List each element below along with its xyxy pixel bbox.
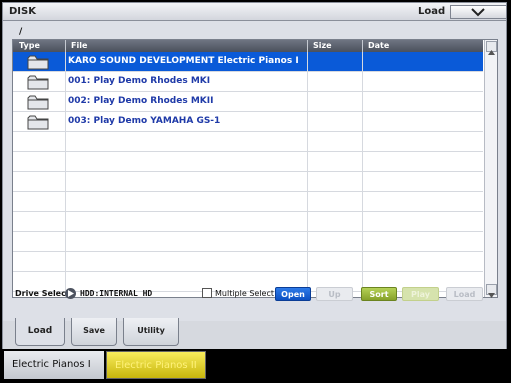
scroll-up-button[interactable] bbox=[486, 41, 497, 55]
empty-row bbox=[13, 212, 483, 232]
empty-row bbox=[13, 152, 483, 172]
multiple-select-checkbox[interactable] bbox=[202, 288, 212, 298]
drive-select-button[interactable] bbox=[65, 288, 76, 299]
empty-row bbox=[13, 172, 483, 192]
file-list: Type File Size Date KARO SOUND DEVELOPME… bbox=[12, 39, 498, 298]
main-panel: / Type File Size Date KARO SOUND DEVELOP… bbox=[2, 21, 507, 321]
col-file[interactable]: File bbox=[71, 41, 87, 50]
empty-row bbox=[13, 192, 483, 212]
mode-label: Load bbox=[418, 6, 446, 17]
multiple-select-label: Multiple Select bbox=[215, 289, 274, 298]
empty-row bbox=[13, 132, 483, 152]
load-button[interactable]: Load bbox=[446, 287, 483, 301]
col-type[interactable]: Type bbox=[19, 41, 40, 50]
sort-button[interactable]: Sort bbox=[361, 287, 397, 301]
bottom-strip: Electric Pianos I Electric Pianos II bbox=[2, 349, 507, 381]
table-row[interactable]: 003: Play Demo YAMAHA GS-1 bbox=[13, 112, 483, 132]
triangle-up-icon bbox=[488, 50, 495, 55]
col-size[interactable]: Size bbox=[313, 41, 332, 50]
col-date[interactable]: Date bbox=[368, 41, 389, 50]
file-name: 002: Play Demo Rhodes MKII bbox=[68, 96, 214, 106]
current-path: / bbox=[19, 27, 23, 37]
empty-row bbox=[13, 232, 483, 252]
tab-bar: Load Save Utility bbox=[2, 318, 507, 349]
mode-dropdown[interactable] bbox=[450, 5, 507, 19]
list-header: Type File Size Date bbox=[13, 40, 483, 52]
file-name: KARO SOUND DEVELOPMENT Electric Pianos I bbox=[68, 56, 299, 66]
scroll-down-button[interactable] bbox=[486, 284, 497, 298]
chevron-down-icon bbox=[471, 8, 485, 17]
tab-utility[interactable]: Utility bbox=[123, 318, 179, 346]
title-bar: DISK Load bbox=[2, 2, 507, 21]
table-row[interactable]: 002: Play Demo Rhodes MKII bbox=[13, 92, 483, 112]
drive-value: HDD:INTERNAL HD bbox=[80, 289, 153, 298]
scrollbar[interactable] bbox=[484, 40, 497, 298]
bottom-tab-electric-pianos-2[interactable]: Electric Pianos II bbox=[106, 351, 206, 379]
play-button[interactable]: Play bbox=[402, 287, 439, 301]
triangle-down-icon bbox=[488, 293, 495, 298]
disk-window: DISK Load / Type File Size Date KARO SOU… bbox=[0, 0, 511, 383]
up-button[interactable]: Up bbox=[316, 287, 353, 301]
open-button[interactable]: Open bbox=[275, 287, 311, 301]
table-row[interactable]: KARO SOUND DEVELOPMENT Electric Pianos I bbox=[13, 52, 483, 72]
table-row[interactable]: 001: Play Demo Rhodes MKI bbox=[13, 72, 483, 92]
tab-load[interactable]: Load bbox=[15, 318, 65, 346]
file-name: 003: Play Demo YAMAHA GS-1 bbox=[68, 116, 221, 126]
arrow-right-icon bbox=[68, 290, 74, 297]
tab-save[interactable]: Save bbox=[71, 318, 117, 346]
file-name: 001: Play Demo Rhodes MKI bbox=[68, 76, 211, 86]
window-title: DISK bbox=[9, 6, 36, 17]
bottom-tab-electric-pianos-1[interactable]: Electric Pianos I bbox=[4, 351, 104, 379]
empty-row bbox=[13, 252, 483, 272]
